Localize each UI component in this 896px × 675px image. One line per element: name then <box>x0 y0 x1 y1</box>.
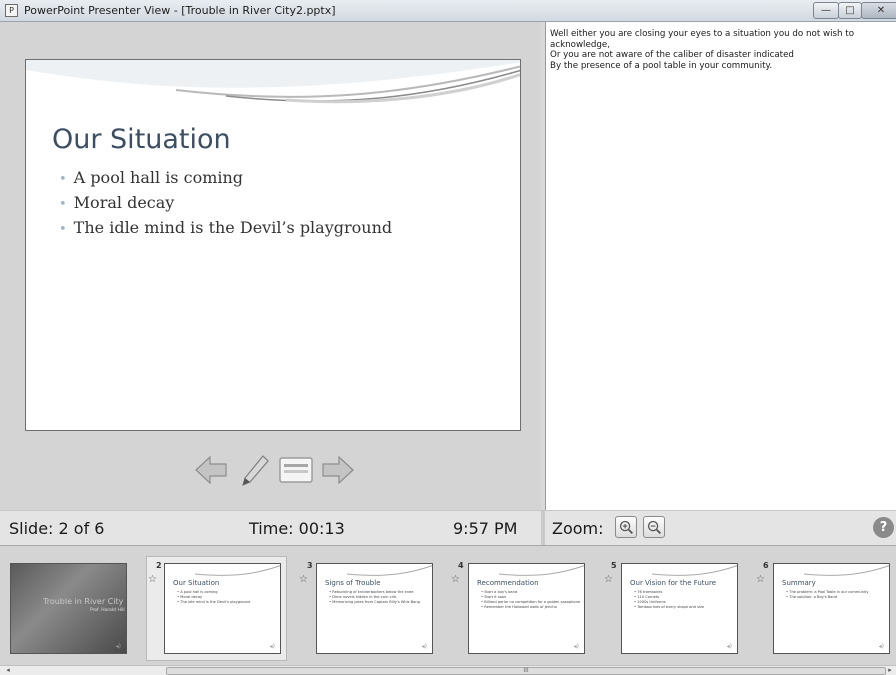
animation-star-icon: ☆ <box>451 574 460 585</box>
notes-line: Or you are not aware of the caliber of d… <box>550 50 794 61</box>
thumbnail-bullets: Start a boy's band Start it soon Billiar… <box>481 590 580 610</box>
thumbnail-title: Our Situation <box>173 579 220 587</box>
current-slide[interactable]: Our Situation A pool hall is coming Mora… <box>25 59 521 431</box>
thumbnail-bullet: The idle mind is the Devil's playground <box>177 600 250 605</box>
thumbnail-number: 2 <box>156 561 162 570</box>
slide-title: Our Situation <box>52 124 231 155</box>
slide-thumbnail-2[interactable]: Our Situation A pool hall is coming Mora… <box>164 563 281 654</box>
window-title: PowerPoint Presenter View - [Trouble in … <box>24 4 336 17</box>
slide-thumbnail-1[interactable]: Trouble in River City Prof. Harold Hill … <box>10 563 127 654</box>
thumbnail-strip: Trouble in River City Prof. Harold Hill … <box>0 545 896 665</box>
animation-star-icon: ☆ <box>756 574 765 585</box>
thumbnail-number: 6 <box>763 561 769 570</box>
notes-line: By the presence of a pool table in your … <box>550 60 773 71</box>
sound-icon: ◂) <box>878 643 884 650</box>
slide-bullet: Moral decay <box>59 193 392 218</box>
thumbnail-swoosh <box>194 565 280 576</box>
sound-icon: ◂) <box>573 643 579 650</box>
help-icon[interactable]: ? <box>873 517 894 538</box>
title-bar: P PowerPoint Presenter View - [Trouble i… <box>0 0 896 22</box>
thumbnail-bullet: The solution: a Boy's Band <box>786 595 868 600</box>
clock: 9:57 PM <box>453 519 518 538</box>
thumbnail-bullets: A pool hall is coming Moral decay The id… <box>177 590 250 605</box>
thumbnail-bullets: The problem: a Pool Table in our communi… <box>786 590 868 600</box>
arrow-left-icon[interactable] <box>193 452 229 488</box>
slide-bullet: A pool hall is coming <box>59 168 392 193</box>
thumbnail-title: Recommendation <box>477 579 539 587</box>
status-bar: Slide: 2 of 6 Time: 00:13 9:57 PM Zoom: … <box>0 510 896 546</box>
thumbnail-number: 5 <box>611 561 617 570</box>
slide-navigation <box>193 452 358 488</box>
sound-icon: ◂) <box>726 643 732 650</box>
thumbnail-swoosh <box>803 565 889 576</box>
thumbnail-bullet: Tambourines of every shape and size <box>634 605 704 610</box>
animation-star-icon: ☆ <box>604 574 613 585</box>
animation-star-icon: ☆ <box>148 574 157 585</box>
thumbnail-title: Trouble in River City <box>43 597 124 606</box>
thumbnail-title: Our Vision for the Future <box>630 579 717 587</box>
close-button[interactable]: ✕ <box>861 2 896 19</box>
thumbnail-title: Signs of Trouble <box>325 579 381 587</box>
slide-thumbnail-3[interactable]: Signs of Trouble Rebuckling of knickerbo… <box>316 563 433 654</box>
slide-bullets: A pool hall is coming Moral decay The id… <box>59 168 392 243</box>
current-slide-pane: Our Situation A pool hall is coming Mora… <box>0 22 541 510</box>
sound-icon: ◂) <box>115 643 121 650</box>
thumbnail-swoosh <box>651 565 737 576</box>
thumbnail-title: Summary <box>782 579 816 587</box>
slide-thumbnail-6[interactable]: Summary The problem: a Pool Table in our… <box>773 563 890 654</box>
scroll-right-icon[interactable]: ▸ <box>884 666 896 675</box>
screen-icon[interactable] <box>278 452 314 488</box>
zoom-label: Zoom: <box>552 519 604 538</box>
slide-bullet: The idle mind is the Devil’s playground <box>59 218 392 243</box>
thumbnail-number: 4 <box>458 561 464 570</box>
slide-thumbnail-5[interactable]: Our Vision for the Future 76 trombones 1… <box>621 563 738 654</box>
maximize-button[interactable]: □ <box>838 2 862 19</box>
app-icon: P <box>5 4 18 17</box>
thumbnail-swoosh <box>498 565 584 576</box>
thumbnail-number: 3 <box>307 561 313 570</box>
sound-icon: ◂) <box>269 643 275 650</box>
slide-thumbnail-4[interactable]: Recommendation Start a boy's band Start … <box>468 563 585 654</box>
thumbnail-bullets: Rebuckling of knickerbockers below the k… <box>329 590 420 605</box>
slide-counter: Slide: 2 of 6 <box>9 519 105 538</box>
zoom-out-icon[interactable] <box>643 516 665 538</box>
sound-icon: ◂) <box>421 643 427 650</box>
minimize-button[interactable]: — <box>813 2 839 19</box>
elapsed-time[interactable]: Time: 00:13 <box>249 519 345 538</box>
speaker-notes[interactable]: Well either you are closing your eyes to… <box>545 22 896 510</box>
thumbnail-swoosh <box>346 565 432 576</box>
thumbnail-scrollbar[interactable]: ◂ III ▸ <box>0 665 896 675</box>
scroll-left-icon[interactable]: ◂ <box>2 666 14 675</box>
zoom-in-icon[interactable] <box>615 516 637 538</box>
pen-icon[interactable] <box>235 452 271 488</box>
notes-line: Well either you are closing your eyes to… <box>550 29 855 50</box>
thumbnail-bullet: Memorizing jokes from Captain Billy's Wh… <box>329 600 420 605</box>
scrollbar-thumb[interactable]: III <box>166 667 886 675</box>
animation-star-icon: ☆ <box>299 574 308 585</box>
slide-swoosh-graphic <box>26 60 520 104</box>
thumbnail-bullet: Remember the Hallowed walls of Jericho <box>481 605 580 610</box>
thumbnail-bullets: 76 trombones 110 Cornets 1000s Uniforms … <box>634 590 704 610</box>
arrow-right-icon[interactable] <box>320 452 356 488</box>
thumbnail-subtitle: Prof. Harold Hill <box>90 608 125 613</box>
pane-divider[interactable] <box>541 511 545 546</box>
